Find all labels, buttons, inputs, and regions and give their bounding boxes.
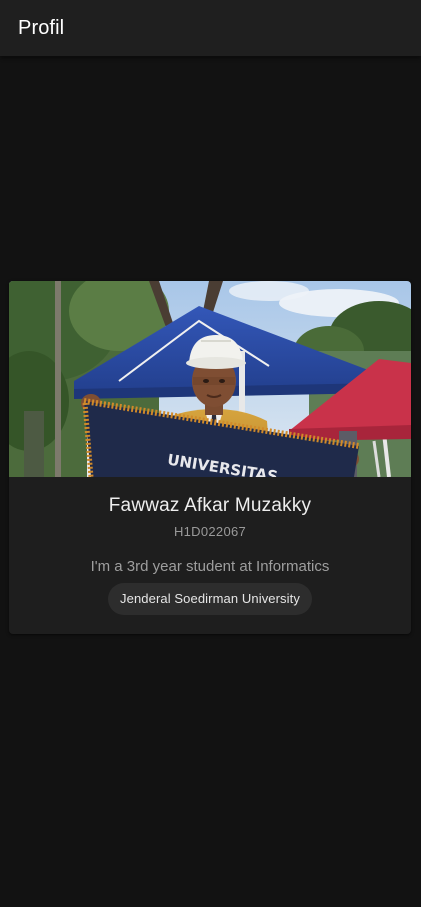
top-app-bar: Profil	[0, 0, 421, 56]
profile-photo: UNIVERSITAS	[9, 281, 411, 477]
university-chip[interactable]: Jenderal Soedirman University	[108, 583, 312, 615]
profile-details: Fawwaz Afkar Muzakky H1D022067 I'm a 3rd…	[9, 477, 411, 615]
app-root: Profil UNIVERSITAS Fawwaz Afkar Muzakky …	[0, 0, 421, 907]
student-id: H1D022067	[173, 524, 247, 539]
profile-name: Fawwaz Afkar Muzakky	[108, 495, 312, 516]
profile-description: I'm a 3rd year student at Informatics	[90, 558, 330, 575]
page-title: Profil	[18, 16, 65, 39]
profile-card: UNIVERSITAS Fawwaz Afkar Muzakky H1D0220…	[9, 281, 411, 634]
